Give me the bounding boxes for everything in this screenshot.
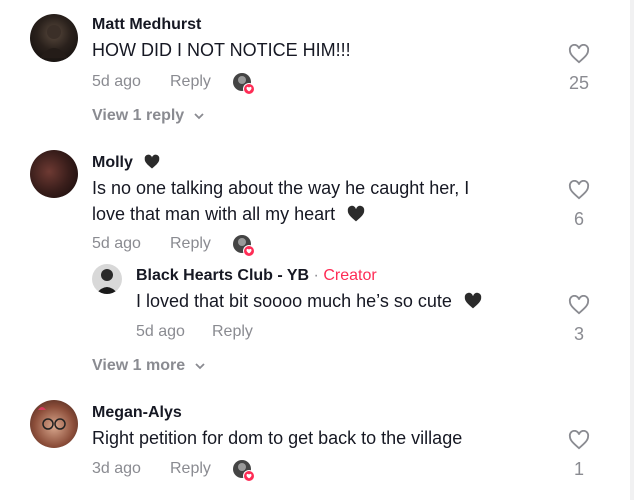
like-count: 1 <box>573 459 584 479</box>
view-more-button[interactable]: View 1 more <box>92 357 206 375</box>
heart-outline-icon <box>568 429 590 450</box>
comment-username[interactable]: Molly <box>92 154 161 172</box>
comment-timestamp: 5d ago <box>92 235 141 252</box>
like-button[interactable]: 1 <box>559 429 599 480</box>
comment-text: Right petition for dom to get back to th… <box>92 428 463 448</box>
creator-liked-icon <box>233 460 255 482</box>
scrollbar[interactable] <box>630 0 634 500</box>
avatar[interactable] <box>30 150 78 198</box>
black-heart-emoji-icon <box>464 292 482 309</box>
avatar-figure-icon <box>40 25 68 58</box>
creator-liked-icon <box>233 235 255 257</box>
like-button[interactable]: 6 <box>559 179 599 230</box>
avatar-person-icon <box>96 269 118 294</box>
like-count: 3 <box>573 324 584 344</box>
chevron-down-icon <box>194 113 204 120</box>
avatar[interactable] <box>92 264 122 294</box>
view-replies-button[interactable]: View 1 reply <box>92 107 205 125</box>
avatar-glasses-icon <box>38 407 66 430</box>
comment-text: HOW DID I NOT NOTICE HIM!!! <box>92 40 351 60</box>
like-count: 25 <box>568 73 590 93</box>
reply-timestamp: 5d ago <box>136 323 185 340</box>
comment-text-line-1: Is no one talking about the way he caugh… <box>92 178 470 198</box>
reply-button[interactable]: Reply <box>170 460 211 478</box>
avatar[interactable] <box>30 14 78 62</box>
comment-timestamp: 3d ago <box>92 460 141 477</box>
black-heart-emoji-icon <box>144 154 160 169</box>
reply-button[interactable]: Reply <box>170 235 211 253</box>
creator-badge: Creator <box>323 267 377 284</box>
comment-username[interactable]: Matt Medhurst <box>92 16 201 34</box>
like-button[interactable]: 3 <box>559 294 599 345</box>
creator-liked-icon <box>233 73 255 95</box>
heart-outline-icon <box>568 294 590 315</box>
comment-timestamp: 5d ago <box>92 73 141 90</box>
reply-button[interactable]: Reply <box>212 323 253 341</box>
comment-text-line-2: love that man with all my heart <box>92 201 366 227</box>
black-heart-emoji-icon <box>347 205 365 222</box>
reply-username[interactable]: Black Hearts Club - YB · Creator <box>136 267 377 285</box>
heart-outline-icon <box>568 179 590 200</box>
heart-outline-icon <box>568 43 590 64</box>
like-button[interactable]: 25 <box>559 43 599 94</box>
avatar[interactable] <box>30 400 78 448</box>
reply-button[interactable]: Reply <box>170 73 211 91</box>
like-count: 6 <box>573 209 584 229</box>
chevron-down-icon <box>194 363 205 370</box>
comment-username[interactable]: Megan-Alys <box>92 404 182 422</box>
reply-text: I loved that bit soooo much he’s so cute <box>136 288 483 314</box>
